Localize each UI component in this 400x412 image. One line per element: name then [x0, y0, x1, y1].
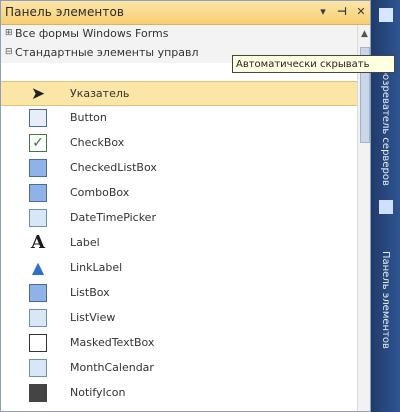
item-label: MonthCalendar — [70, 361, 154, 374]
toolbox-item-datetimepicker[interactable]: DateTimePicker — [1, 206, 370, 231]
server-explorer-icon — [379, 8, 393, 22]
maskedtextbox-icon — [29, 334, 47, 352]
item-label: NotifyIcon — [70, 386, 126, 399]
item-label: Указатель — [70, 87, 130, 100]
toolbox-item-label[interactable]: A Label — [1, 231, 370, 256]
button-icon — [29, 109, 47, 127]
checkedlistbox-icon — [29, 159, 47, 177]
toolbox-item-listbox[interactable]: ListBox — [1, 281, 370, 306]
collapse-icon[interactable]: ⊟ — [5, 46, 13, 59]
item-label: ComboBox — [70, 186, 130, 199]
group-all-windows-forms[interactable]: ⊞ Все формы Windows Forms — [1, 25, 370, 44]
dropdown-arrow-icon[interactable]: ▾ — [315, 4, 331, 20]
datetimepicker-icon — [29, 209, 47, 227]
pin-icon[interactable]: ⊣ — [334, 4, 350, 20]
toolbox-item-checkedlistbox[interactable]: CheckedListBox — [1, 156, 370, 181]
group-label: Все формы Windows Forms — [15, 27, 169, 40]
autohide-tooltip: Автоматически скрывать — [232, 55, 395, 73]
toolbox-item-combobox[interactable]: ComboBox — [1, 181, 370, 206]
item-label: Label — [70, 236, 100, 249]
tab-toolbox[interactable]: Панель элементов — [371, 225, 400, 375]
checkbox-icon: ✓ — [29, 134, 47, 152]
listbox-icon — [29, 284, 47, 302]
monthcalendar-icon — [29, 359, 47, 377]
group-label: Стандартные элементы управл — [15, 46, 199, 59]
combobox-icon — [29, 184, 47, 202]
toolbox-item-button[interactable]: Button — [1, 106, 370, 131]
toolbox-item-linklabel[interactable]: ▲ LinkLabel — [1, 256, 370, 281]
expand-icon[interactable]: ⊞ — [5, 27, 13, 40]
toolbox-title-bar[interactable]: Панель элементов ▾ ⊣ ✕ — [1, 1, 370, 25]
item-label: CheckedListBox — [70, 161, 157, 174]
close-icon[interactable]: ✕ — [353, 4, 369, 20]
label-icon: A — [31, 232, 45, 253]
item-label: CheckBox — [70, 136, 125, 149]
toolbox-title: Панель элементов — [5, 5, 125, 19]
tab-server-explorer[interactable]: Обозреватель серверов — [371, 58, 400, 188]
item-label: ListView — [70, 311, 116, 324]
toolbox-item-monthcalendar[interactable]: MonthCalendar — [1, 356, 370, 381]
toolbox-item-notifyicon[interactable]: NotifyIcon — [1, 381, 370, 406]
toolbox-item-listview[interactable]: ListView — [1, 306, 370, 331]
toolbox-item-checkbox[interactable]: ✓ CheckBox — [1, 131, 370, 156]
item-label: ListBox — [70, 286, 110, 299]
scroll-up-icon[interactable]: ▲ — [361, 29, 368, 39]
item-label: DateTimePicker — [70, 211, 156, 224]
listview-icon — [29, 309, 47, 327]
linklabel-icon: ▲ — [31, 258, 45, 277]
pointer-icon: ➤ — [30, 84, 46, 104]
toolbox-icon — [379, 200, 393, 214]
item-label: MaskedTextBox — [70, 336, 155, 349]
toolbox-item-pointer[interactable]: ➤ Указатель — [1, 81, 370, 106]
notifyicon-icon — [29, 384, 47, 402]
vertical-scrollbar[interactable]: ▲ — [357, 25, 370, 411]
item-label: LinkLabel — [70, 261, 123, 274]
item-label: Button — [70, 111, 107, 124]
toolbox-item-maskedtextbox[interactable]: MaskedTextBox — [1, 331, 370, 356]
